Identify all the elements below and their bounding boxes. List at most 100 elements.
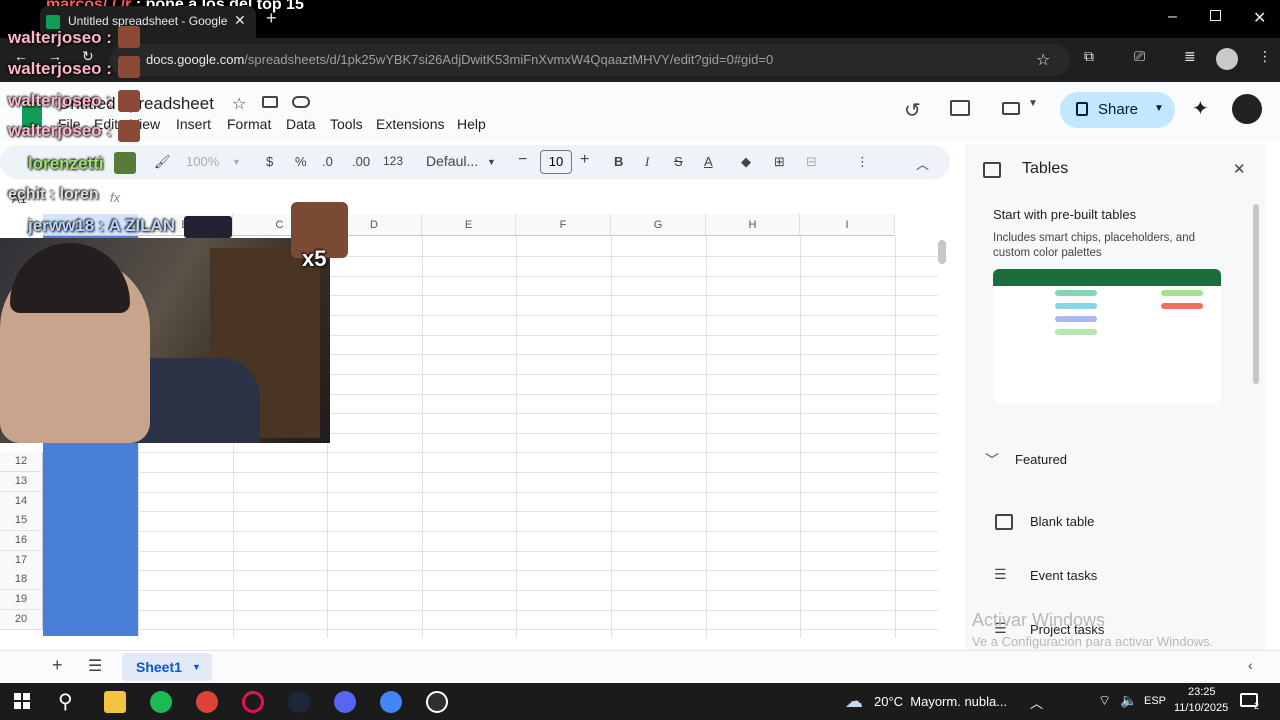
fill-color-icon[interactable]: ◆: [741, 154, 751, 170]
profile-avatar[interactable]: [1216, 48, 1238, 70]
font-dropdown-icon[interactable]: ▼: [487, 157, 496, 167]
maximize-icon[interactable]: [1210, 10, 1221, 21]
history-icon[interactable]: ↺: [904, 98, 921, 123]
borders-icon[interactable]: ⊞: [774, 154, 785, 170]
network-icon[interactable]: ⌔: [1098, 692, 1111, 710]
increase-decimal-button[interactable]: .00: [352, 154, 370, 169]
grid-line: [422, 236, 423, 638]
language-indicator[interactable]: ESP: [1144, 695, 1166, 707]
windows-start-icon[interactable]: [14, 693, 30, 709]
sheet-tab-sheet1[interactable]: Sheet1 ▼: [122, 653, 212, 681]
meet-icon[interactable]: [1002, 102, 1020, 115]
grid-line: [43, 551, 938, 552]
row-header-17[interactable]: 17: [0, 551, 43, 571]
media-icon[interactable]: ≣: [1184, 48, 1196, 65]
search-icon[interactable]: ⚲: [58, 689, 73, 714]
decrease-decimal-button[interactable]: .0: [322, 154, 333, 169]
number-format-button[interactable]: 123: [383, 154, 403, 168]
gemini-icon[interactable]: ✦: [1192, 96, 1209, 121]
share-button[interactable]: Share ▼: [1060, 92, 1175, 128]
italic-icon[interactable]: I: [645, 154, 649, 170]
tray-chevron-icon[interactable]: ︿: [1030, 693, 1043, 712]
text-color-icon[interactable]: A: [704, 154, 713, 169]
panel-scrollbar[interactable]: [1253, 204, 1259, 384]
row-header-20[interactable]: 20: [0, 610, 43, 630]
cloud-status-icon[interactable]: [292, 96, 310, 108]
font-select[interactable]: Defaul...: [426, 153, 478, 169]
add-sheet-icon[interactable]: +: [52, 655, 63, 676]
obs-icon[interactable]: [426, 691, 448, 713]
collapse-toolbar-icon[interactable]: ︿: [916, 154, 929, 173]
volume-icon[interactable]: 🔈: [1120, 692, 1137, 709]
menu-format[interactable]: Format: [227, 116, 271, 132]
blank-table-item[interactable]: Blank table: [1030, 514, 1094, 529]
zoom-select[interactable]: 100%: [186, 154, 219, 169]
share-dropdown-icon[interactable]: ▼: [1154, 103, 1164, 114]
bookmark-star-icon[interactable]: ☆: [1036, 50, 1050, 70]
account-avatar[interactable]: [1232, 94, 1262, 124]
bold-icon[interactable]: B: [614, 154, 623, 169]
row-header-15[interactable]: 15: [0, 511, 43, 531]
currency-button[interactable]: $: [266, 154, 273, 169]
comments-icon[interactable]: [950, 100, 970, 116]
chrome-menu-icon[interactable]: ⋮: [1258, 48, 1272, 65]
sheet-tab-dropdown-icon[interactable]: ▼: [192, 662, 201, 672]
template-chip: [1055, 303, 1097, 309]
steam-icon[interactable]: [288, 691, 310, 713]
font-size-decrease-icon[interactable]: −: [518, 151, 527, 169]
strikethrough-icon[interactable]: S: [674, 154, 683, 169]
column-header-e[interactable]: E: [422, 214, 516, 236]
chrome-active-icon[interactable]: [380, 691, 402, 713]
all-sheets-icon[interactable]: ☰: [88, 656, 102, 676]
table-template-preview[interactable]: [993, 269, 1221, 403]
chevron-down-icon[interactable]: ﹀: [985, 450, 999, 470]
cast-icon[interactable]: ⎚: [1134, 48, 1145, 65]
row-header-18[interactable]: 18: [0, 570, 43, 590]
discord-icon[interactable]: [334, 691, 356, 713]
menu-tools[interactable]: Tools: [330, 116, 363, 132]
close-window-icon[interactable]: ✕: [1253, 8, 1266, 28]
minimize-icon[interactable]: –: [1168, 8, 1177, 26]
menu-insert[interactable]: Insert: [176, 116, 211, 132]
menu-data[interactable]: Data: [286, 116, 316, 132]
paint-format-icon[interactable]: 🖌: [154, 154, 171, 170]
meet-dropdown-icon[interactable]: ▼: [1028, 98, 1038, 109]
zoom-dropdown-icon[interactable]: ▼: [232, 157, 241, 167]
menu-extensions[interactable]: Extensions: [376, 116, 444, 132]
spotify-icon[interactable]: [150, 691, 172, 713]
lock-icon: [1076, 102, 1088, 116]
featured-label[interactable]: Featured: [1015, 452, 1067, 467]
collapse-side-panel-icon[interactable]: ‹: [1248, 657, 1253, 673]
new-tab-icon[interactable]: +: [266, 8, 277, 29]
extensions-icon[interactable]: ⧉: [1084, 48, 1094, 65]
menu-help[interactable]: Help: [457, 116, 486, 132]
more-options-icon[interactable]: ⋮: [856, 154, 869, 170]
chrome-icon[interactable]: [196, 691, 218, 713]
weather-text[interactable]: 20°C Mayorm. nubla...: [874, 694, 1007, 709]
move-folder-icon[interactable]: [262, 96, 278, 108]
file-explorer-icon[interactable]: [104, 691, 126, 713]
column-header-f[interactable]: F: [516, 214, 611, 236]
row-header-12[interactable]: 12: [0, 452, 43, 472]
column-header-h[interactable]: H: [706, 214, 800, 236]
clock-time[interactable]: 23:25: [1188, 686, 1216, 698]
column-header-i[interactable]: I: [800, 214, 895, 236]
row-header-13[interactable]: 13: [0, 472, 43, 492]
url-input[interactable]: ≡ docs.google.com/spreadsheets/d/1pk25wY…: [110, 44, 1070, 76]
chat-message: walterjoseo :: [8, 59, 112, 78]
clock-date[interactable]: 11/10/2025: [1174, 702, 1228, 714]
row-header-14[interactable]: 14: [0, 492, 43, 512]
close-panel-icon[interactable]: ✕: [1233, 160, 1246, 178]
font-size-increase-icon[interactable]: +: [580, 151, 589, 169]
row-header-16[interactable]: 16: [0, 531, 43, 551]
vertical-scrollbar[interactable]: [938, 240, 946, 264]
event-tasks-item[interactable]: Event tasks: [1030, 568, 1097, 583]
font-size-input[interactable]: 10: [540, 150, 572, 174]
opera-gx-icon[interactable]: [242, 691, 264, 713]
merge-cells-icon[interactable]: ⊟: [806, 154, 817, 170]
close-tab-icon[interactable]: ✕: [234, 12, 246, 29]
column-header-g[interactable]: G: [611, 214, 706, 236]
star-icon[interactable]: ☆: [232, 94, 246, 114]
row-header-19[interactable]: 19: [0, 590, 43, 610]
percent-button[interactable]: %: [295, 154, 307, 169]
